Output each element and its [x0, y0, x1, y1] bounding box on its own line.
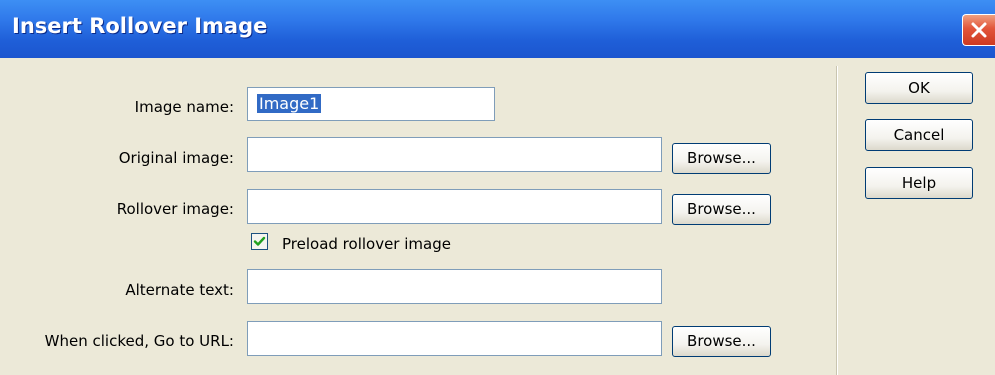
- url-field[interactable]: [247, 321, 662, 356]
- dialog-title: Insert Rollover Image: [12, 14, 268, 38]
- preload-label: Preload rollover image: [282, 235, 451, 253]
- rollover-image-label: Rollover image:: [116, 200, 234, 218]
- close-button[interactable]: [962, 14, 995, 46]
- url-label: When clicked, Go to URL:: [44, 332, 234, 350]
- cancel-button[interactable]: Cancel: [865, 119, 973, 151]
- close-icon: [971, 22, 987, 38]
- section-divider: [836, 66, 838, 375]
- alternate-text-label: Alternate text:: [125, 281, 234, 299]
- image-name-value: Image1: [257, 94, 322, 113]
- image-name-label: Image name:: [134, 98, 234, 116]
- browse-label: Browse...: [687, 332, 756, 350]
- cancel-label: Cancel: [893, 126, 945, 144]
- rollover-image-field[interactable]: [247, 189, 662, 224]
- alternate-text-field[interactable]: [247, 269, 662, 304]
- original-image-field[interactable]: [247, 137, 662, 172]
- url-browse-button[interactable]: Browse...: [672, 326, 771, 357]
- checkmark-icon: [253, 236, 266, 246]
- original-image-browse-button[interactable]: Browse...: [672, 143, 771, 174]
- preload-checkbox[interactable]: [251, 233, 268, 250]
- help-label: Help: [901, 174, 937, 192]
- title-bar: Insert Rollover Image: [0, 0, 995, 58]
- browse-label: Browse...: [687, 200, 756, 218]
- image-name-field[interactable]: Image1: [247, 87, 495, 121]
- rollover-image-browse-button[interactable]: Browse...: [672, 194, 771, 225]
- help-button[interactable]: Help: [865, 167, 973, 199]
- ok-button[interactable]: OK: [865, 72, 973, 104]
- ok-label: OK: [908, 79, 930, 97]
- original-image-label: Original image:: [118, 149, 234, 167]
- browse-label: Browse...: [687, 149, 756, 167]
